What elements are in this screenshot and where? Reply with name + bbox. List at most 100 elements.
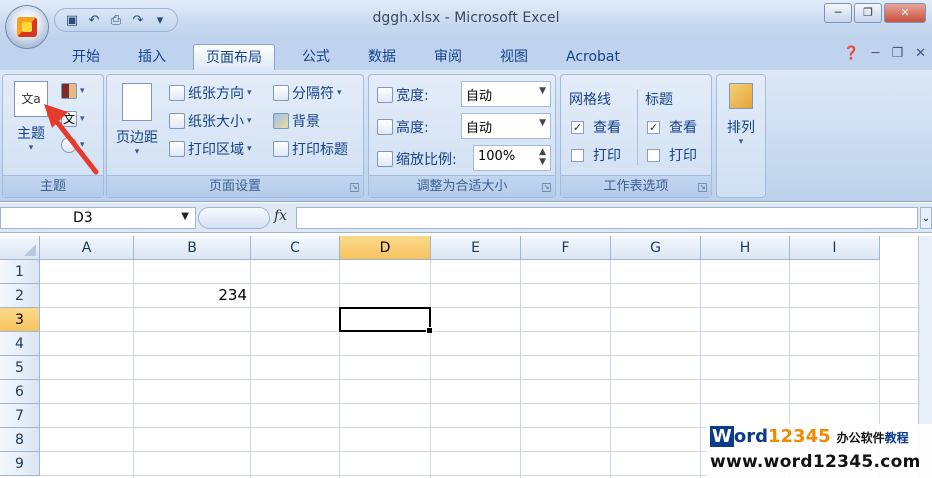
row-header-9[interactable]: 9 [0, 452, 40, 476]
gridlines-label: 网格线 [569, 92, 611, 108]
headings-print-checkbox[interactable]: 打印 [647, 145, 697, 165]
column-header-h[interactable]: H [701, 236, 790, 260]
row-header-4[interactable]: 4 [0, 332, 40, 356]
select-all-button[interactable] [0, 236, 40, 260]
width-icon [377, 87, 393, 103]
ribbon-restore-icon[interactable]: ❐ [891, 46, 903, 61]
column-header-e[interactable]: E [431, 236, 521, 260]
width-select[interactable]: 自动 ▼ [461, 81, 551, 107]
gridlines-view-checkbox[interactable]: ✓ 查看 [571, 117, 621, 137]
watermark-url: www.word12345.com [710, 452, 921, 472]
row-header-5[interactable]: 5 [0, 356, 40, 380]
print-titles-button[interactable]: 打印标题 [273, 139, 348, 159]
expand-formula-icon[interactable]: ⌄ [920, 207, 932, 229]
row-header-8[interactable]: 8 [0, 428, 40, 452]
row-header-6[interactable]: 6 [0, 380, 40, 404]
ribbon-window-controls: ❓ ─ ❐ ✕ [843, 46, 926, 61]
orientation-button[interactable]: 纸张方向 ▾ [169, 83, 252, 103]
chevron-down-icon: ▼ [181, 211, 189, 222]
headings-label: 标题 [645, 92, 673, 108]
checkbox-unchecked-icon [571, 148, 584, 162]
column-header-b[interactable]: B [134, 236, 251, 260]
help-icon[interactable]: ❓ [843, 46, 859, 61]
gridline [250, 260, 251, 478]
minimize-icon[interactable]: ─ [824, 3, 852, 23]
print-area-button[interactable]: 打印区域 ▾ [169, 139, 252, 159]
scale-icon [377, 151, 393, 167]
restore-icon[interactable]: ❐ [854, 3, 882, 23]
gridline [339, 260, 340, 478]
arrange-icon [729, 83, 753, 109]
dialog-launcher-icon[interactable]: ↘ [542, 183, 551, 192]
gridlines-print-checkbox[interactable]: 打印 [571, 145, 621, 165]
headings-view-checkbox[interactable]: ✓ 查看 [647, 117, 697, 137]
breaks-button[interactable]: 分隔符 ▾ [273, 83, 342, 103]
height-select[interactable]: 自动 ▼ [461, 113, 551, 139]
chevron-down-icon: ▼ [539, 118, 546, 128]
size-button[interactable]: 纸张大小 ▾ [169, 111, 252, 131]
spinner-icon: ▲ ▼ [539, 147, 546, 167]
group-label-themes: 主题 [3, 175, 103, 197]
checkbox-checked-icon: ✓ [571, 120, 584, 134]
watermark: Word12345 办公软件教程 www.word12345.com [706, 424, 932, 478]
chevron-down-icon: ▾ [738, 137, 744, 147]
ribbon-close-icon[interactable]: ✕ [915, 46, 926, 61]
tab-acrobat[interactable]: Acrobat [554, 44, 632, 70]
column-header-c[interactable]: C [251, 236, 340, 260]
column-header-i[interactable]: I [790, 236, 880, 260]
tab-home[interactable]: 开始 [58, 44, 114, 70]
width-label: 宽度: [377, 85, 429, 105]
column-header-a[interactable]: A [40, 236, 134, 260]
formula-buttons [198, 207, 270, 229]
tab-page-layout[interactable]: 页面布局 [193, 44, 275, 70]
gridline [520, 260, 521, 478]
breaks-icon [273, 85, 289, 101]
group-label-scale-to-fit: 调整为合适大小 [369, 175, 555, 197]
tab-insert[interactable]: 插入 [124, 44, 180, 70]
chevron-down-icon: ▼ [539, 86, 546, 96]
office-logo-icon [17, 17, 37, 37]
group-label-sheet-options: 工作表选项 [561, 175, 711, 197]
group-page-setup: 页边距 ▾ 纸张方向 ▾ 纸张大小 ▾ 打印区域 ▾ 分隔符 ▾ 背景 打印标题 页面设… [106, 74, 364, 198]
insert-function-icon[interactable]: fx [274, 208, 287, 224]
dialog-launcher-icon[interactable]: ↘ [350, 183, 359, 192]
checkbox-checked-icon: ✓ [647, 120, 660, 134]
scale-label: 缩放比例: [377, 149, 457, 169]
group-sheet-options: 网格线 ✓ 查看 打印 标题 ✓ 查看 打印 工作表选项 ↘ [560, 74, 712, 198]
group-arrange: 排列 ▾ [716, 74, 766, 198]
name-box[interactable]: D3 ▼ [0, 207, 196, 229]
orientation-icon [169, 85, 185, 101]
column-header-f[interactable]: F [521, 236, 611, 260]
scale-spinner[interactable]: 100% ▲ ▼ [473, 145, 551, 171]
tab-formulas[interactable]: 公式 [288, 44, 344, 70]
active-cell[interactable] [339, 307, 433, 334]
margins-button[interactable]: 页边距 ▾ [111, 83, 163, 157]
row-header-3[interactable]: 3 [0, 308, 40, 332]
height-icon [377, 119, 393, 135]
background-button[interactable]: 背景 [273, 111, 320, 131]
gridline [40, 283, 920, 284]
arrange-button[interactable]: 排列 ▾ [723, 83, 759, 147]
window-controls: ─ ❐ ✕ [824, 3, 926, 23]
tab-view[interactable]: 视图 [486, 44, 542, 70]
column-header-g[interactable]: G [611, 236, 701, 260]
row-header-7[interactable]: 7 [0, 404, 40, 428]
office-button[interactable] [6, 6, 48, 48]
ribbon-minimize-icon[interactable]: ─ [872, 46, 880, 61]
group-scale-to-fit: 宽度: 自动 ▼ 高度: 自动 ▼ 缩放比例: 100% ▲ ▼ 调整为合适大小 ↘ [368, 74, 556, 198]
tab-data[interactable]: 数据 [354, 44, 410, 70]
column-header-d[interactable]: D [340, 236, 431, 260]
print-area-icon [169, 141, 185, 157]
annotation-arrow [44, 104, 99, 175]
row-header-1[interactable]: 1 [0, 260, 40, 284]
group-label-page-setup: 页面设置 [107, 175, 363, 197]
close-icon[interactable]: ✕ [884, 3, 926, 23]
tab-review[interactable]: 审阅 [420, 44, 476, 70]
dialog-launcher-icon[interactable]: ↘ [698, 183, 707, 192]
row-header-2[interactable]: 2 [0, 284, 40, 308]
chevron-down-icon: ▾ [134, 147, 140, 157]
formula-input[interactable] [296, 207, 918, 229]
title-bar: ▣ ↶ ⎙ ↷ ▾ dggh.xlsx - Microsoft Excel ─ … [0, 0, 932, 40]
cell-b2[interactable]: 234 [134, 286, 247, 304]
margins-icon [122, 83, 152, 121]
